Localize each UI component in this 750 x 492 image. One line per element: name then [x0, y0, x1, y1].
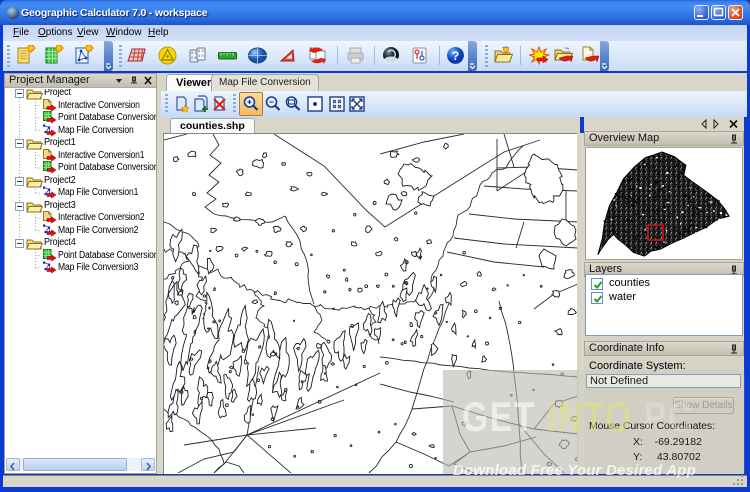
svg-text:5 9: 5 9: [198, 53, 204, 58]
svg-text:?: ?: [452, 49, 459, 63]
svg-text:2 6: 2 6: [191, 55, 197, 60]
